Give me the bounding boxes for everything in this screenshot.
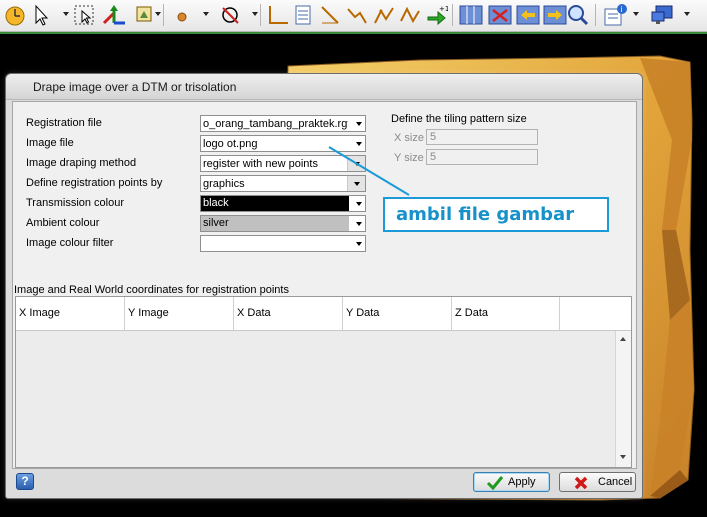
dialog-client-area: Registration file Image file Image drapi… [12,101,637,469]
pointer-icon[interactable] [32,3,52,27]
chevron-down-icon[interactable] [155,12,161,16]
scroll-up-icon[interactable] [620,337,626,341]
line-design-icon[interactable] [266,3,290,27]
annotation-callout: ambil file gambar [383,197,609,232]
columns-icon[interactable] [458,3,484,27]
cancel-button[interactable]: Cancel [559,472,636,492]
zoom-icon[interactable] [566,3,590,27]
scroll-down-icon[interactable] [620,455,626,459]
no-draw-icon[interactable] [218,3,242,27]
chevron-down-icon[interactable] [354,182,360,186]
image-file-label: Image file [26,137,74,149]
column-x-image[interactable]: X Image [16,297,125,330]
path-icon[interactable] [372,3,396,27]
column-y-data[interactable]: Y Data [343,297,452,330]
svg-text:+1: +1 [439,5,448,13]
diagonal-line-icon[interactable] [318,3,342,27]
tiling-pattern-group: Define the tiling pattern size X size 5 … [388,113,542,171]
checkmark-icon [486,476,504,491]
polyline-icon[interactable] [345,3,369,27]
draping-method-value: register with new points [203,158,318,170]
registration-points-label: Define registration points by [26,177,163,189]
chevron-down-icon[interactable] [356,222,362,226]
transform-arrows-icon[interactable] [100,3,128,27]
chevron-down-icon[interactable] [203,12,209,16]
grid-header: X Image Y Image X Data Y Data Z Data [16,297,631,331]
ambient-colour-value: silver [201,216,349,231]
delete-columns-icon[interactable] [487,3,513,27]
draping-method-select[interactable]: register with new points [200,155,366,172]
transmission-colour-label: Transmission colour [26,197,125,209]
transmission-colour-select[interactable]: black [200,195,366,212]
ambient-colour-label: Ambient colour [26,217,100,229]
annotation-text: ambil file gambar [396,204,575,225]
x-size-label: X size [394,132,424,144]
chevron-down-icon[interactable] [633,12,639,16]
chevron-down-icon[interactable] [252,12,258,16]
clock-orange-icon[interactable] [4,3,26,27]
chevron-down-icon[interactable] [63,12,69,16]
registration-file-select[interactable]: o_orang_tambang_praktek.rgf [200,115,366,132]
draping-method-label: Image draping method [26,157,137,169]
registration-points-grid[interactable]: X Image Y Image X Data Y Data Z Data [15,296,632,468]
image-tool-icon[interactable] [134,3,154,27]
column-z-data[interactable]: Z Data [452,297,560,330]
tiling-group-legend: Define the tiling pattern size [391,113,527,125]
registration-file-value: o_orang_tambang_praktek.rgf [203,118,348,130]
svg-text:i: i [621,5,623,14]
apply-label: Apply [508,476,536,488]
dialog-titlebar[interactable]: Drape image over a DTM or trisolation [6,74,642,100]
grid-scrollbar[interactable] [615,331,631,467]
apply-button[interactable]: Apply [473,472,550,492]
page-lines-icon[interactable] [292,3,314,27]
colour-filter-select[interactable] [200,235,366,252]
left-right-icon[interactable] [515,3,541,27]
chevron-down-icon[interactable] [354,162,360,166]
point-icon[interactable] [174,3,190,27]
close-icon [574,476,588,490]
grid-body[interactable] [16,331,616,467]
dialog-footer: ? Apply Cancel [12,469,636,495]
y-size-input: 5 [426,149,538,165]
chevron-down-icon[interactable] [356,122,362,126]
column-y-image[interactable]: Y Image [125,297,234,330]
cancel-label: Cancel [598,476,633,488]
chevron-down-icon[interactable] [356,142,362,146]
dialog-title: Drape image over a DTM or trisolation [33,80,237,94]
add-point-icon[interactable]: +1 [424,3,448,27]
y-size-label: Y size [394,152,424,164]
monitor-icon[interactable] [650,3,676,27]
registration-points-value: graphics [203,178,245,190]
help-button[interactable]: ? [16,473,34,490]
registration-file-label: Registration file [26,117,102,129]
image-file-value: logo ot.png [203,138,258,150]
x-size-value: 5 [430,131,437,143]
chevron-down-icon[interactable] [684,12,690,16]
column-x-data[interactable]: X Data [234,297,343,330]
x-size-input: 5 [426,129,538,145]
drape-image-dialog: Drape image over a DTM or trisolation Re… [5,73,643,499]
main-toolbar: +1 i [0,0,707,32]
y-size-value: 5 [430,151,437,163]
registration-points-select[interactable]: graphics [200,175,366,192]
chevron-down-icon[interactable] [356,202,362,206]
chevron-down-icon[interactable] [356,242,362,246]
select-region-icon[interactable] [73,3,97,27]
ambient-colour-select[interactable]: silver [200,215,366,232]
registration-grid-label: Image and Real World coordinates for reg… [14,284,289,296]
path-icon[interactable] [398,3,422,27]
arrow-right-icon[interactable] [542,3,568,27]
transmission-colour-value: black [201,196,349,211]
colour-filter-label: Image colour filter [26,237,114,249]
image-file-select[interactable]: logo ot.png [200,135,366,152]
info-icon[interactable]: i [603,3,629,27]
